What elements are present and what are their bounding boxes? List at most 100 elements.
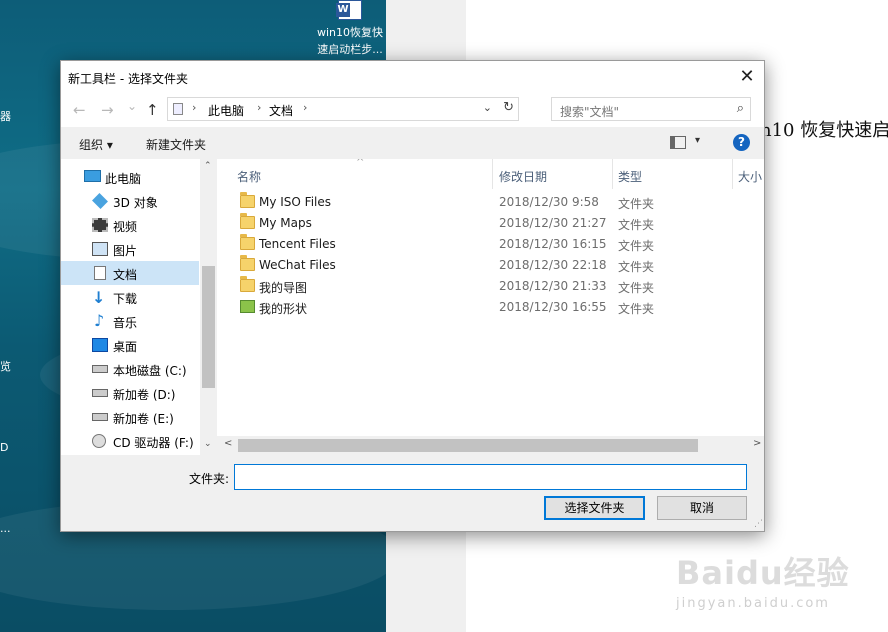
view-options-icon[interactable] <box>670 136 686 149</box>
nav-item-drive-e[interactable]: 新加卷 (E:) <box>61 405 201 429</box>
nav-item-this-pc[interactable]: 此电脑 <box>61 165 201 189</box>
search-icon[interactable]: ⌕ <box>737 101 744 116</box>
scroll-right-icon[interactable]: > <box>753 438 761 449</box>
navigation-pane: 此电脑 3D 对象 视频 图片 文档 ↓ 下载 ♪ 音乐 桌面 本地磁盘 (C:… <box>61 159 217 455</box>
nav-item-label: 下载 <box>113 292 138 306</box>
column-header-name[interactable]: 名称 <box>237 168 261 185</box>
file-row[interactable]: My ISO Files 2018/12/30 9:58 文件夹 <box>217 192 764 213</box>
file-date: 2018/12/30 21:33 <box>499 279 607 293</box>
nav-item-label: 3D 对象 <box>113 196 158 210</box>
file-date: 2018/12/30 21:27 <box>499 216 607 230</box>
shapes-folder-icon <box>240 300 255 313</box>
up-arrow-icon[interactable]: ↑ <box>146 102 159 118</box>
scroll-up-icon[interactable]: ⌃ <box>204 161 212 171</box>
scroll-left-icon[interactable]: < <box>224 438 232 449</box>
nav-item-label: CD 驱动器 (F:) <box>113 436 194 450</box>
search-input[interactable]: 搜索"文档" ⌕ <box>551 97 751 121</box>
select-folder-button[interactable]: 选择文件夹 <box>544 496 645 520</box>
search-placeholder: 搜索"文档" <box>560 105 620 119</box>
pc-icon <box>84 170 101 182</box>
close-button[interactable]: ✕ <box>730 61 764 93</box>
file-type: 文件夹 <box>618 260 655 274</box>
file-row[interactable]: Tencent Files 2018/12/30 16:15 文件夹 <box>217 234 764 255</box>
file-type: 文件夹 <box>618 197 655 211</box>
desktop-edge-text: 器 <box>0 110 11 123</box>
file-name: 我的导图 <box>259 281 308 295</box>
watermark-logo: Baidu经验 <box>676 554 850 592</box>
recent-locations-chevron-icon[interactable]: ⌄ <box>127 98 137 114</box>
picture-icon <box>92 242 108 256</box>
nav-item-label: 本地磁盘 (C:) <box>113 364 187 378</box>
view-options-chevron-icon[interactable]: ▾ <box>695 135 700 146</box>
dialog-titlebar[interactable]: 新工具栏 - 选择文件夹 ✕ <box>61 61 764 93</box>
folder-icon <box>240 192 255 208</box>
file-name: 我的形状 <box>259 302 308 316</box>
nav-pane-scrollbar[interactable]: ⌃ ⌄ <box>200 159 217 455</box>
file-row[interactable]: My Maps 2018/12/30 21:27 文件夹 <box>217 213 764 234</box>
nav-item-label: 文档 <box>113 268 138 282</box>
breadcrumb-this-pc[interactable]: 此电脑 <box>208 102 244 119</box>
organize-menu-button[interactable]: 组织 ▾ <box>79 136 113 153</box>
nav-item-cd-drive-f[interactable]: CD 驱动器 (F:) <box>61 429 201 453</box>
nav-item-desktop[interactable]: 桌面 <box>61 333 201 357</box>
file-row[interactable]: 我的形状 2018/12/30 16:55 文件夹 <box>217 297 764 318</box>
sort-ascending-icon: ^ <box>356 159 365 168</box>
folder-icon <box>240 255 255 271</box>
nav-item-label: 桌面 <box>113 340 138 354</box>
resize-grip-icon[interactable]: ⋰ <box>754 519 763 529</box>
navigation-bar: ← → ⌄ ↑ › 此电脑 › 文档 › ⌄ ↻ 搜索"文档" ⌕ <box>61 93 764 127</box>
nav-item-music[interactable]: ♪ 音乐 <box>61 309 201 333</box>
nav-item-pictures[interactable]: 图片 <box>61 237 201 261</box>
select-folder-dialog: 新工具栏 - 选择文件夹 ✕ ← → ⌄ ↑ › 此电脑 › 文档 › ⌄ ↻ … <box>60 60 765 532</box>
forward-arrow-icon[interactable]: → <box>101 102 114 118</box>
cube-icon <box>92 193 108 209</box>
scroll-down-icon[interactable]: ⌄ <box>204 439 212 449</box>
breadcrumb-separator[interactable]: › <box>257 101 261 114</box>
drive-icon <box>92 413 108 421</box>
desktop-icon <box>92 338 108 352</box>
file-date: 2018/12/30 16:15 <box>499 237 607 251</box>
file-row[interactable]: WeChat Files 2018/12/30 22:18 文件夹 <box>217 255 764 276</box>
baidu-watermark: Baidu经验 jingyan.baidu.com <box>676 548 850 611</box>
file-row[interactable]: 我的导图 2018/12/30 21:33 文件夹 <box>217 276 764 297</box>
address-bar[interactable]: › 此电脑 › 文档 › ⌄ ↻ <box>167 97 519 121</box>
nav-item-drive-d[interactable]: 新加卷 (D:) <box>61 381 201 405</box>
file-type: 文件夹 <box>618 281 655 295</box>
word-document-icon: W <box>336 0 362 20</box>
column-header-type[interactable]: 类型 <box>618 168 642 185</box>
nav-item-label: 此电脑 <box>105 172 142 186</box>
column-divider[interactable] <box>492 159 493 189</box>
breadcrumb-documents[interactable]: 文档 <box>269 102 293 119</box>
desktop-file-icon[interactable]: W win10恢复快速启动栏步... <box>312 0 388 58</box>
column-divider[interactable] <box>612 159 613 189</box>
desktop-edge-text: ... <box>0 522 11 535</box>
column-header-date[interactable]: 修改日期 <box>499 168 547 185</box>
document-icon <box>94 266 106 280</box>
refresh-icon[interactable]: ↻ <box>503 100 514 115</box>
nav-item-label: 图片 <box>113 244 138 258</box>
scrollbar-thumb[interactable] <box>238 439 698 452</box>
new-folder-button[interactable]: 新建文件夹 <box>146 136 206 153</box>
folder-icon <box>240 234 255 250</box>
folder-field-label: 文件夹: <box>189 472 230 486</box>
file-name: My Maps <box>259 216 312 230</box>
nav-item-videos[interactable]: 视频 <box>61 213 201 237</box>
horizontal-scrollbar[interactable]: < > <box>217 436 764 455</box>
column-divider[interactable] <box>732 159 733 189</box>
help-icon[interactable]: ? <box>733 134 750 151</box>
address-history-chevron-icon[interactable]: ⌄ <box>483 101 492 114</box>
file-date: 2018/12/30 16:55 <box>499 300 607 314</box>
file-date: 2018/12/30 9:58 <box>499 195 599 209</box>
folder-name-input[interactable] <box>234 464 747 490</box>
nav-item-downloads[interactable]: ↓ 下载 <box>61 285 201 309</box>
file-name: WeChat Files <box>259 258 336 272</box>
document-location-icon <box>173 103 183 115</box>
scrollbar-thumb[interactable] <box>202 266 215 388</box>
breadcrumb-separator[interactable]: › <box>303 101 307 114</box>
nav-item-drive-c[interactable]: 本地磁盘 (C:) <box>61 357 201 381</box>
back-arrow-icon[interactable]: ← <box>73 102 86 118</box>
nav-item-documents[interactable]: 文档 <box>61 261 199 285</box>
cancel-button[interactable]: 取消 <box>657 496 747 520</box>
column-header-size[interactable]: 大小 <box>738 168 762 185</box>
nav-item-3d-objects[interactable]: 3D 对象 <box>61 189 201 213</box>
